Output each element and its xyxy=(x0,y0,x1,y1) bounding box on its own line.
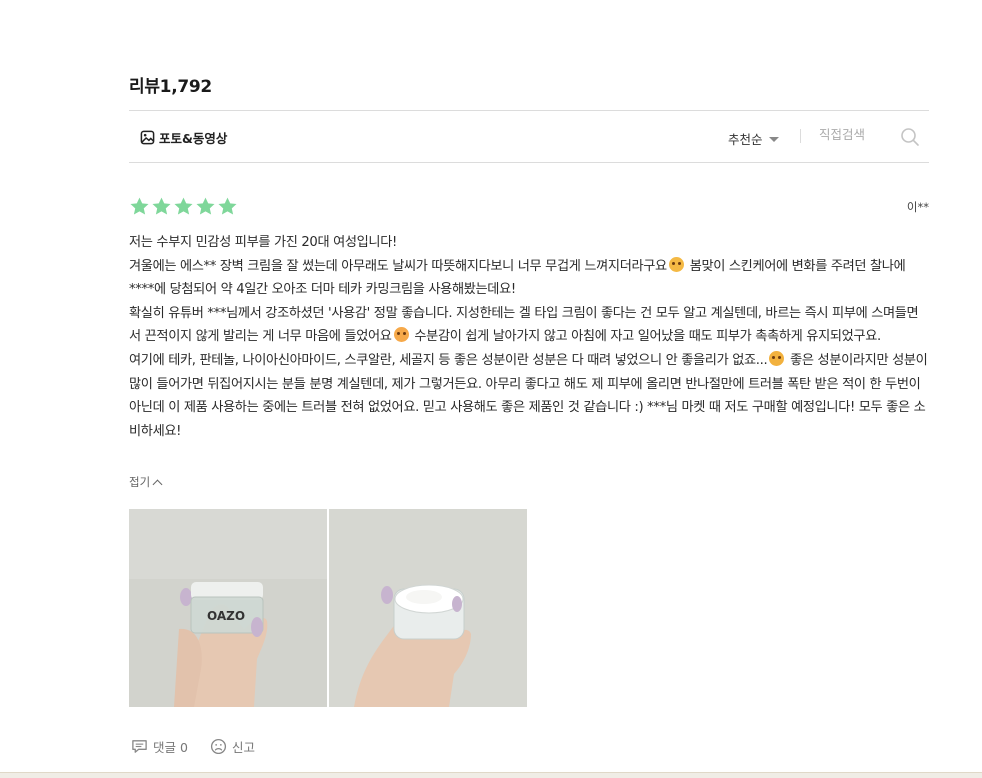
sad-face-icon xyxy=(210,738,226,755)
collapse-button[interactable]: 접기 xyxy=(129,474,163,490)
review-paragraph: 겨울에는 에스** 장벽 크림을 잘 썼는데 아무래도 날씨가 따뜻해지다보니 … xyxy=(129,256,906,298)
review-count-title: 리뷰1,792 xyxy=(129,77,212,97)
review-paragraph: 여기에 테카, 판테놀, 나이아신아마이드, 스쿠알란, 세골지 등 좋은 성분… xyxy=(129,350,928,439)
report-label: 신고 xyxy=(231,740,255,755)
review-paragraph: 확실히 유튜버 ***님께서 강조하셨던 '사용감' 정말 좋습니다. 지성한테… xyxy=(129,305,919,345)
photo-open-jar xyxy=(329,509,527,707)
drooling-face-icon xyxy=(769,350,785,366)
crying-face-icon xyxy=(393,327,409,343)
review-photo-1[interactable]: OAZO xyxy=(129,509,327,707)
page-bottom-border xyxy=(0,772,982,778)
review-photo-2[interactable] xyxy=(329,509,527,707)
photo-closed-jar: OAZO xyxy=(129,509,327,707)
star-icon xyxy=(152,197,171,215)
review-actions: 댓글 0 신고 xyxy=(131,737,255,756)
collapse-label: 접기 xyxy=(129,475,151,489)
star-icon xyxy=(130,197,149,215)
star-icon xyxy=(196,197,215,215)
filter-label: 포토&동영상 xyxy=(159,131,228,146)
flushed-face-icon xyxy=(668,256,684,272)
divider-bottom xyxy=(129,162,929,163)
review-search-input[interactable] xyxy=(819,125,889,144)
review-paragraph: 저는 수부지 민감성 피부를 가진 20대 여성입니다! xyxy=(129,235,397,250)
photo-icon xyxy=(140,130,155,145)
divider-vertical xyxy=(800,129,801,143)
comment-label: 댓글 0 xyxy=(153,740,188,755)
search-icon[interactable] xyxy=(900,127,920,147)
photo-video-filter[interactable]: 포토&동영상 xyxy=(140,128,227,147)
chevron-down-icon xyxy=(768,136,779,142)
star-rating xyxy=(129,196,238,217)
divider-top xyxy=(129,110,929,111)
comment-icon xyxy=(132,740,147,753)
svg-text:OAZO: OAZO xyxy=(207,609,245,623)
sort-label: 추천순 xyxy=(728,132,763,147)
comment-button[interactable]: 댓글 0 xyxy=(131,737,188,756)
review-body: 저는 수부지 민감성 피부를 가진 20대 여성입니다! 겨울에는 에스** 장… xyxy=(129,231,929,443)
chevron-up-icon xyxy=(152,479,163,489)
sort-dropdown[interactable]: 추천순 xyxy=(728,129,779,148)
review-author: 이** xyxy=(906,200,929,214)
report-button[interactable]: 신고 xyxy=(210,737,255,756)
star-icon xyxy=(218,197,237,215)
star-icon xyxy=(174,197,193,215)
